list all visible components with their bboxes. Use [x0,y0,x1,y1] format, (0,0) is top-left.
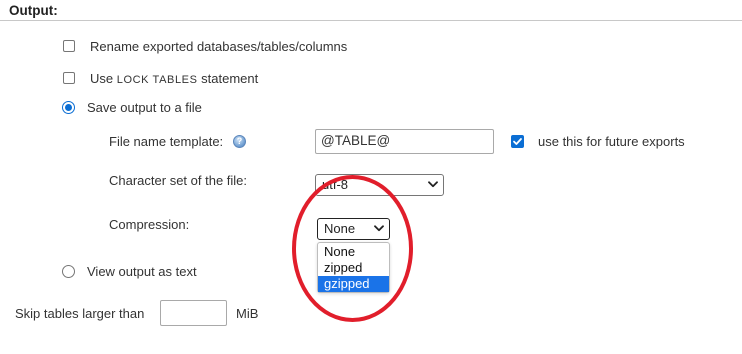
compression-label: Compression: [109,217,190,232]
charset-label: Character set of the file: [109,173,248,188]
template-input[interactable]: @TABLE@ [315,129,494,154]
rename-label: Rename exported databases/tables/columns [90,39,348,54]
chevron-down-icon [428,181,438,188]
lock-tables-keyword: LOCK TABLES [116,74,198,86]
save-to-file-radio[interactable] [62,101,75,114]
rename-checkbox[interactable] [63,40,75,52]
lock-tables-suffix: statement [201,71,259,86]
skip-tables-unit: MiB [236,306,259,321]
annotation-ellipse [292,175,413,322]
future-exports-checkbox[interactable] [511,135,524,148]
section-divider [0,20,742,21]
skip-tables-input[interactable] [160,300,227,326]
future-exports-label: use this for future exports [538,134,685,149]
template-label: File name template: [109,134,224,149]
skip-tables-label: Skip tables larger than [15,306,145,321]
help-icon[interactable]: ? [233,135,246,148]
check-icon [513,138,522,145]
lock-tables-label: Use LOCK TABLES statement [90,71,258,86]
section-title: Output: [9,3,58,18]
lock-tables-checkbox[interactable] [63,72,75,84]
view-as-text-label: View output as text [87,264,197,279]
view-as-text-radio[interactable] [62,265,75,278]
lock-tables-prefix: Use [90,71,114,86]
save-to-file-label: Save output to a file [87,100,202,115]
